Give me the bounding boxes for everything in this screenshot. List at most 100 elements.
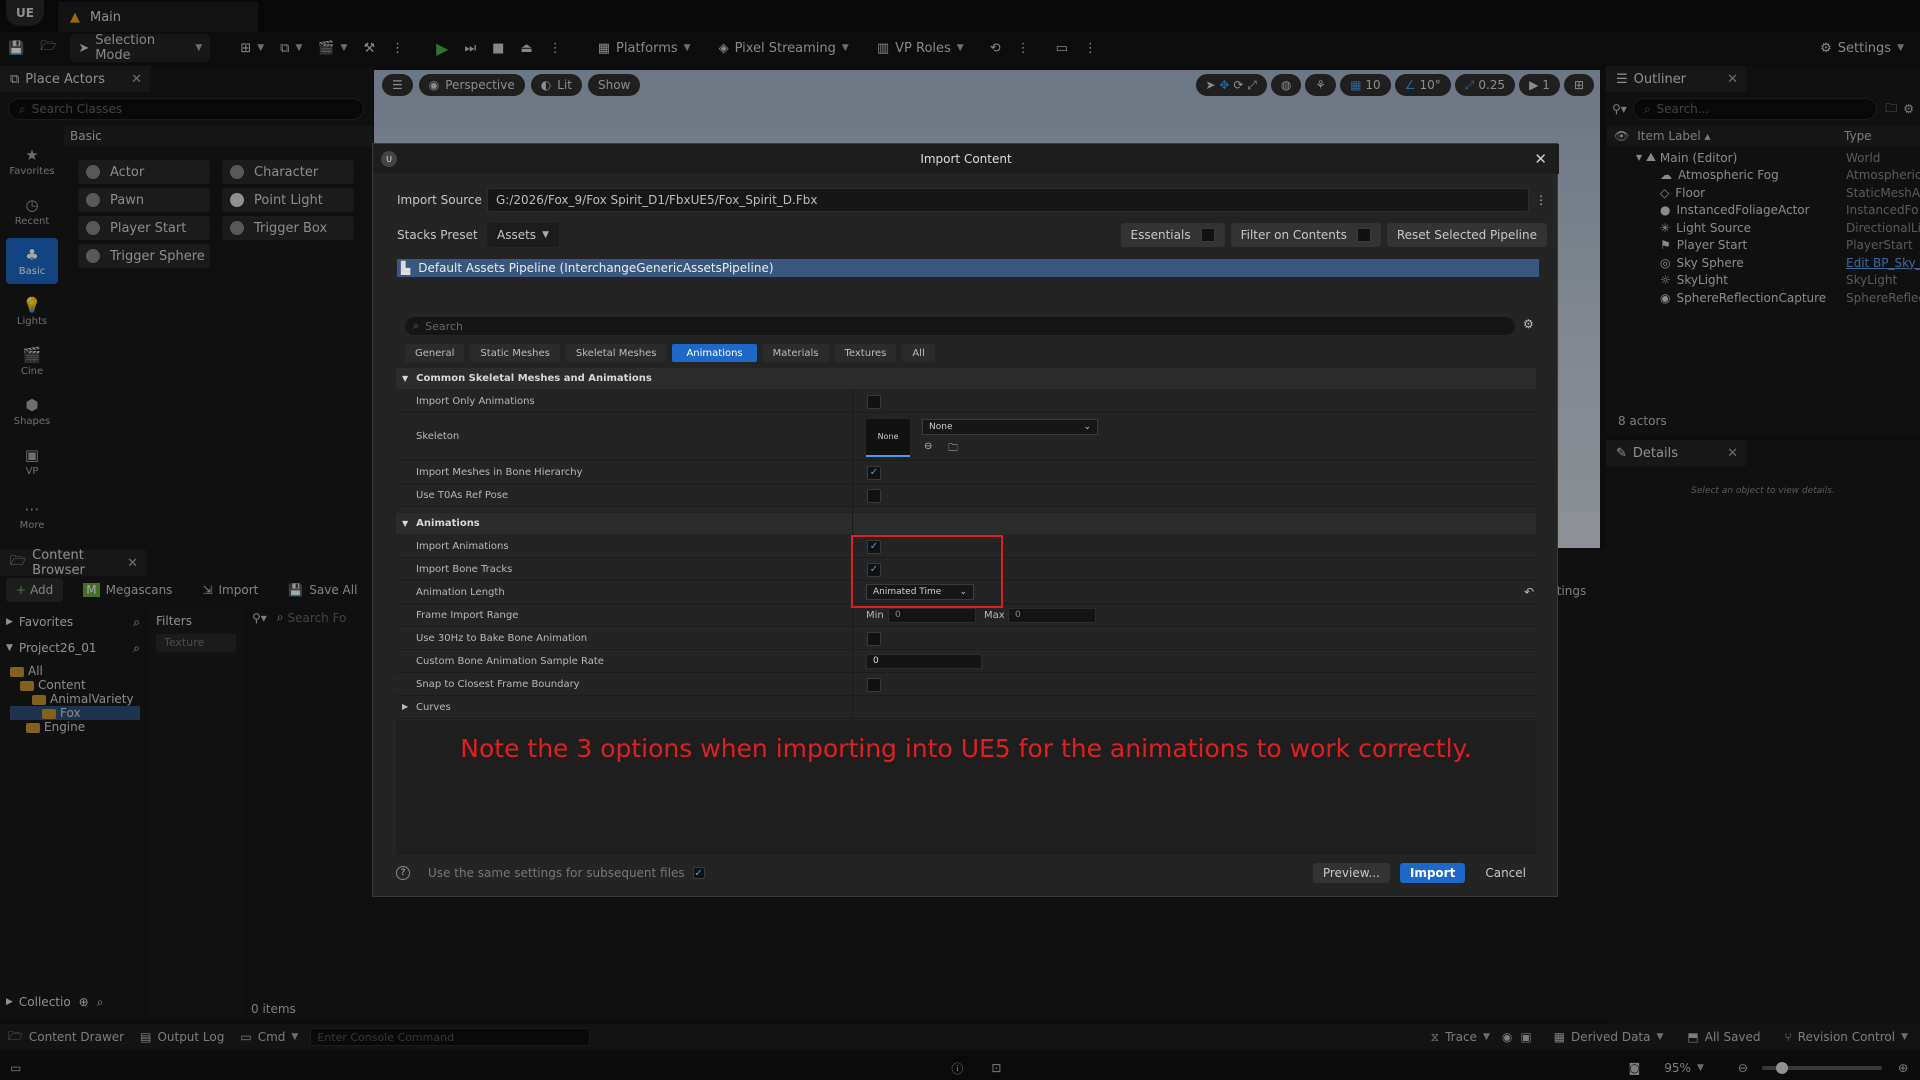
essentials-label: Essentials	[1130, 228, 1191, 242]
import-source-row: Import Source G:/2026/Fox_9/Fox Spirit_D…	[397, 188, 1547, 212]
cancel-button[interactable]: Cancel	[1475, 863, 1536, 883]
max-value: 0	[1015, 610, 1021, 620]
stacks-preset-dropdown[interactable]: Assets ▼	[487, 223, 559, 247]
section-common-skeletal[interactable]: ▼ Common Skeletal Meshes and Animations	[396, 368, 1536, 389]
custom-sample-rate-input[interactable]: 0	[866, 654, 982, 669]
pipeline-search-placeholder: Search	[425, 319, 463, 333]
help-icon[interactable]: ?	[396, 866, 410, 880]
skeleton-dropdown[interactable]: None ⌄	[922, 419, 1098, 435]
import-label: Import	[1409, 866, 1456, 880]
property-label: Import Bone Tracks	[416, 564, 513, 575]
property-label: Use 30Hz to Bake Bone Animation	[416, 633, 588, 644]
filter-on-contents-label: Filter on Contents	[1240, 228, 1347, 242]
property-label: Snap to Closest Frame Boundary	[416, 679, 580, 690]
filter-on-contents-toggle[interactable]: Filter on Contents	[1230, 223, 1381, 247]
chevron-down-icon: ▼	[542, 230, 549, 240]
use-t0-ref-pose-checkbox[interactable]	[867, 489, 881, 503]
section-animations[interactable]: ▼ Animations	[396, 513, 1536, 534]
close-icon[interactable]: ✕	[1534, 150, 1547, 168]
tab-label: Animations	[686, 347, 743, 359]
tab-all[interactable]: All	[902, 344, 935, 362]
property-label: Import Animations	[416, 541, 509, 552]
tab-label: Static Meshes	[480, 347, 550, 359]
section-label: Animations	[416, 518, 480, 529]
section-label: Common Skeletal Meshes and Animations	[416, 373, 652, 384]
tab-skeletal-meshes[interactable]: Skeletal Meshes	[565, 344, 667, 362]
property-use-30hz: Use 30Hz to Bake Bone Animation	[396, 627, 1536, 650]
import-source-path: G:/2026/Fox_9/Fox Spirit_D1/FbxUE5/Fox_S…	[496, 193, 818, 207]
use-selected-icon[interactable]: ⊖	[924, 441, 932, 452]
skeleton-thumbnail[interactable]: None	[866, 419, 910, 457]
property-label: Curves	[416, 702, 451, 713]
stacks-preset-label: Stacks Preset	[397, 228, 478, 242]
essentials-toggle[interactable]: Essentials	[1120, 223, 1225, 247]
import-only-animations-checkbox[interactable]	[867, 395, 881, 409]
property-curves[interactable]: ▶ Curves	[396, 696, 1536, 719]
import-meshes-bone-hierarchy-checkbox[interactable]: ✓	[867, 466, 881, 480]
chevron-right-icon: ▶	[402, 702, 409, 711]
reset-pipeline-button[interactable]: Reset Selected Pipeline	[1386, 223, 1547, 247]
pipeline-search-input[interactable]: ⌕ Search	[405, 317, 1515, 335]
min-value: 0	[895, 610, 901, 620]
browse-icon[interactable]: 🗀	[948, 441, 958, 458]
stacks-preset-value: Assets	[497, 228, 537, 242]
pipeline-name: Default Assets Pipeline (InterchangeGene…	[418, 261, 774, 275]
property-label: Frame Import Range	[416, 610, 519, 621]
note-area: Note the 3 options when importing into U…	[396, 720, 1536, 855]
import-source-label: Import Source	[397, 193, 482, 207]
use-same-settings-checkbox[interactable]: ✓	[692, 867, 705, 879]
settings-gear-icon[interactable]: ⚙	[1523, 317, 1534, 331]
tab-static-meshes[interactable]: Static Meshes	[470, 344, 560, 362]
property-label: Import Only Animations	[416, 396, 535, 407]
chevron-down-icon: ▼	[402, 519, 409, 528]
property-snap-frame-boundary: Snap to Closest Frame Boundary	[396, 673, 1536, 696]
pipeline-icon: ▙	[401, 261, 411, 275]
property-label: Use T0As Ref Pose	[416, 490, 509, 501]
chevron-down-icon: ▼	[402, 374, 409, 383]
max-label: Max	[984, 610, 1005, 621]
tab-label: Materials	[772, 347, 819, 359]
tab-animations[interactable]: Animations	[672, 344, 757, 362]
pipeline-row[interactable]: ▙ Default Assets Pipeline (InterchangeGe…	[397, 259, 1539, 277]
tab-label: General	[415, 347, 455, 359]
chevron-down-icon: ⌄	[1083, 422, 1091, 432]
filter-on-contents-checkbox[interactable]	[1356, 228, 1371, 242]
tab-textures[interactable]: Textures	[834, 344, 897, 362]
property-use-t0-ref-pose: Use T0As Ref Pose	[396, 484, 1536, 507]
pipeline-tabs: General Static Meshes Skeletal Meshes An…	[405, 344, 941, 362]
frame-range-max-input[interactable]: 0	[1008, 608, 1096, 623]
tab-materials[interactable]: Materials	[762, 344, 829, 362]
dialog-title-bar: U Import Content ✕	[373, 144, 1559, 174]
skeleton-value: None	[929, 422, 953, 432]
dialog-footer: ? Use the same settings for subsequent f…	[396, 862, 1536, 884]
essentials-checkbox[interactable]	[1200, 228, 1215, 242]
search-icon: ⌕	[413, 319, 420, 332]
preview-button[interactable]: Preview...	[1312, 863, 1390, 883]
min-label: Min	[866, 610, 884, 621]
more-options-icon[interactable]: ⋮	[1535, 193, 1547, 207]
property-import-only-animations: Import Only Animations	[396, 390, 1536, 413]
property-label: Skeleton	[416, 431, 460, 442]
tab-label: Skeletal Meshes	[575, 347, 657, 359]
use-same-settings-label: Use the same settings for subsequent fil…	[428, 866, 685, 880]
import-button[interactable]: Import	[1399, 863, 1466, 883]
use-30hz-checkbox[interactable]	[867, 632, 881, 646]
tab-general[interactable]: General	[405, 344, 465, 362]
property-custom-sample-rate: Custom Bone Animation Sample Rate 0	[396, 650, 1536, 673]
highlight-box	[851, 535, 1003, 608]
tab-label: Textures	[844, 347, 887, 359]
snap-frame-boundary-checkbox[interactable]	[867, 678, 881, 692]
tab-label: All	[912, 347, 925, 359]
reset-pipeline-label: Reset Selected Pipeline	[1396, 228, 1537, 242]
property-label: Import Meshes in Bone Hierarchy	[416, 467, 583, 478]
sample-rate-value: 0	[873, 656, 879, 666]
property-skeleton: Skeleton None None ⌄ ⊖ 🗀	[396, 413, 1536, 461]
cancel-label: Cancel	[1485, 866, 1526, 880]
reset-to-default-icon[interactable]: ↶	[1524, 585, 1534, 599]
annotation-note: Note the 3 options when importing into U…	[460, 734, 1472, 763]
preview-label: Preview...	[1322, 866, 1380, 880]
dialog-title: Import Content	[920, 152, 1012, 166]
property-label: Custom Bone Animation Sample Rate	[416, 656, 604, 667]
frame-range-min-input[interactable]: 0	[888, 608, 976, 623]
import-source-field[interactable]: G:/2026/Fox_9/Fox Spirit_D1/FbxUE5/Fox_S…	[487, 188, 1529, 212]
